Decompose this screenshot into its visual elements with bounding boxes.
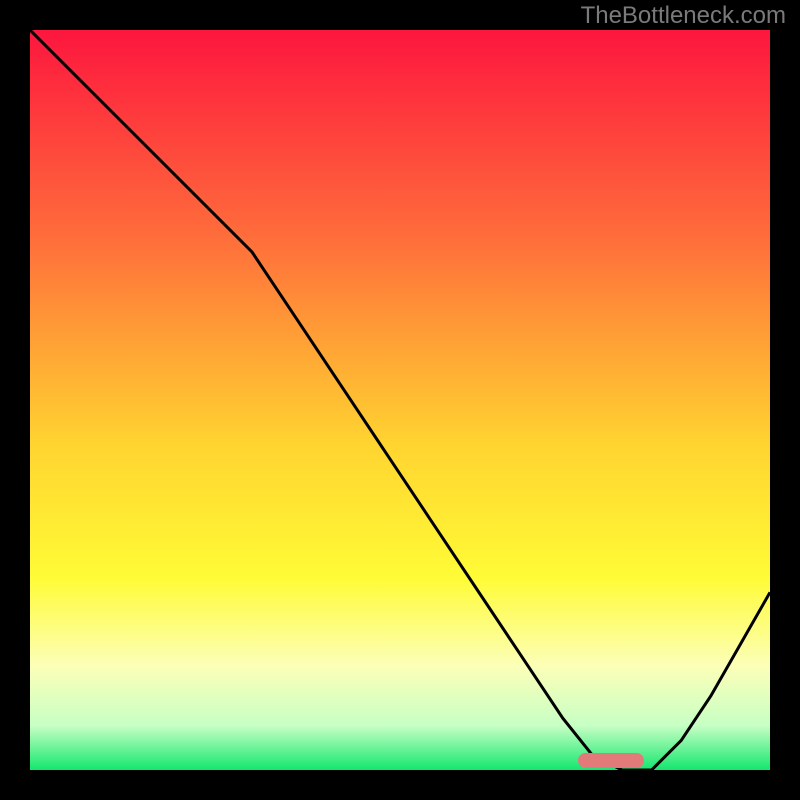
watermark-text: TheBottleneck.com [581,2,786,30]
optimal-marker [578,753,645,768]
plot-area [30,30,770,770]
bottleneck-curve [30,30,770,770]
